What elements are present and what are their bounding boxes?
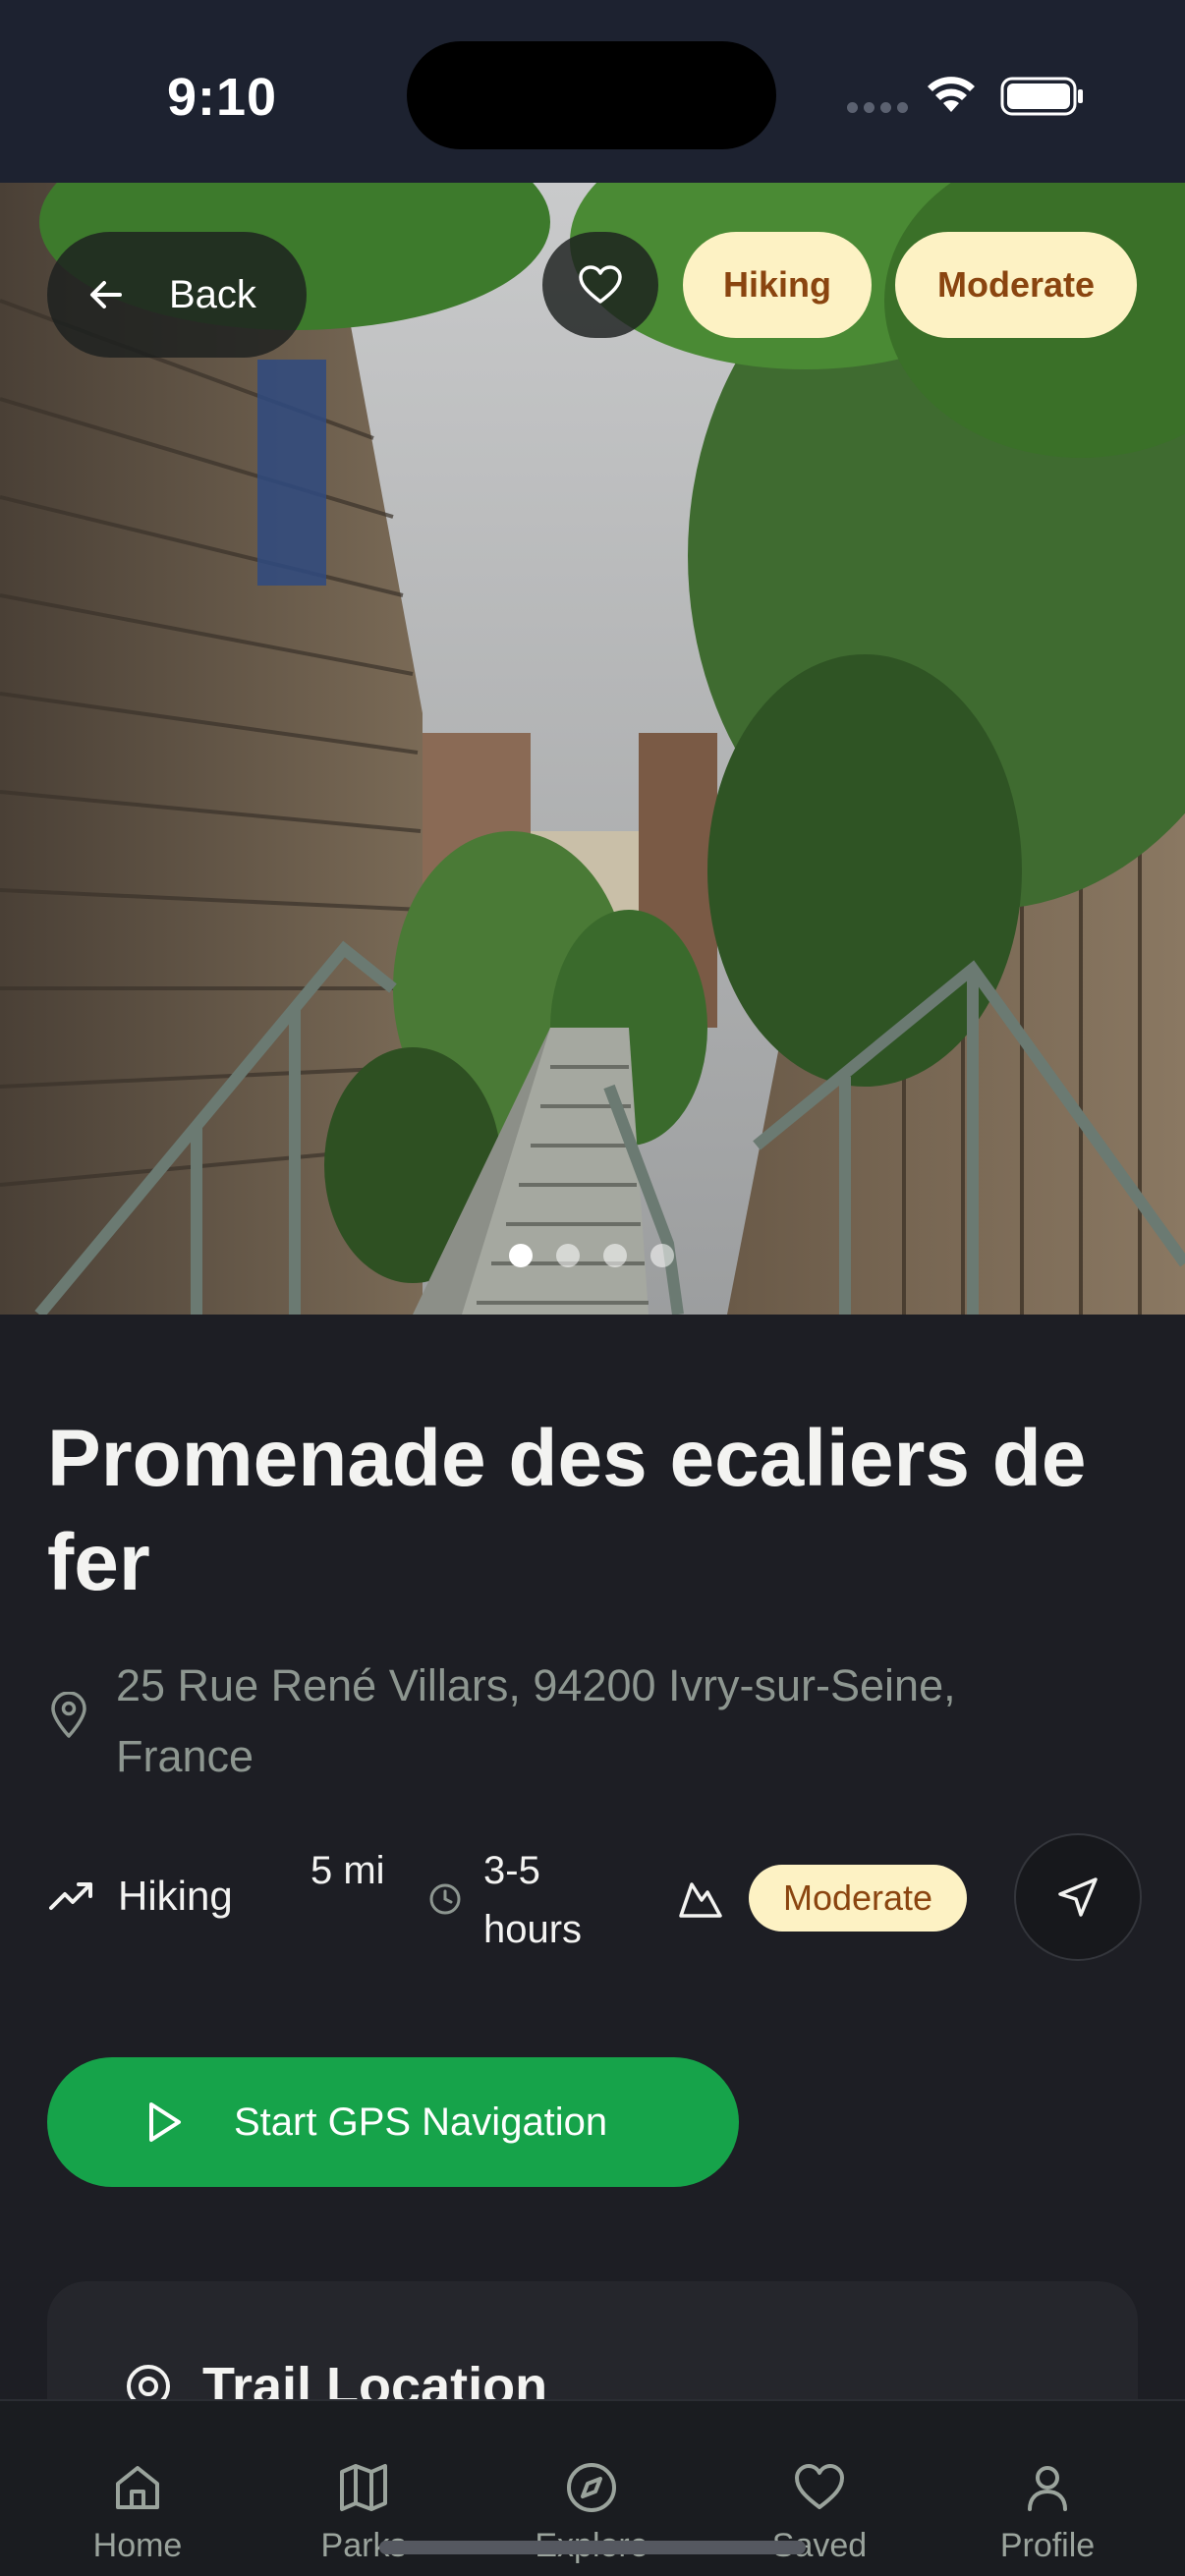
nav-label-home: Home (92, 2527, 183, 2564)
status-time: 9:10 (167, 68, 278, 127)
trail-photo-carousel[interactable]: Back Hiking Moderate (0, 183, 1185, 1315)
wifi-icon (928, 77, 975, 112)
trail-type: Hiking (118, 1873, 233, 1919)
start-gps-navigation-button[interactable]: Start GPS Navigation (47, 2057, 739, 2187)
trail-address: 25 Rue René Villars, 94200 Ivry-sur-Sein… (116, 1660, 956, 1781)
trail-distance: 5 mi (310, 1849, 385, 1892)
navigation-arrow-icon (1058, 1877, 1098, 1917)
compass-icon (567, 2463, 616, 2512)
back-label: Back (169, 272, 256, 316)
arrow-left-icon (90, 281, 122, 308)
clock-icon (429, 1883, 461, 1915)
heart-icon (795, 2464, 844, 2509)
category-chip: Hiking (683, 232, 872, 338)
mountain-icon (679, 1882, 722, 1918)
play-icon (149, 2102, 181, 2142)
carousel-dot[interactable] (650, 1244, 674, 1267)
nav-item-profile[interactable]: Profile (949, 2401, 1146, 2576)
cellular-icon (847, 102, 908, 113)
home-icon (116, 2466, 159, 2509)
trending-up-icon (49, 1882, 92, 1910)
favorite-button[interactable] (542, 232, 658, 338)
user-icon (1028, 2466, 1067, 2511)
difficulty-badge: Moderate (749, 1865, 967, 1932)
dynamic-island (407, 41, 776, 149)
back-button[interactable]: Back (47, 232, 307, 358)
directions-button[interactable] (1014, 1833, 1142, 1961)
nav-label-profile: Profile (999, 2527, 1096, 2564)
trail-duration: 3-5 hours (483, 1849, 583, 1951)
map-pin-icon (51, 1692, 86, 1738)
home-indicator (379, 2541, 806, 2554)
battery-icon (1000, 77, 1083, 116)
carousel-indicator[interactable] (509, 1244, 674, 1267)
nav-item-home[interactable]: Home (39, 2401, 236, 2576)
status-bar: 9:10 (0, 0, 1185, 183)
heart-icon (579, 265, 622, 304)
carousel-dot[interactable] (556, 1244, 580, 1267)
carousel-dot[interactable] (509, 1244, 533, 1267)
gps-button-label: Start GPS Navigation (234, 2100, 608, 2144)
carousel-dot[interactable] (603, 1244, 627, 1267)
difficulty-chip: Moderate (895, 232, 1137, 338)
map-icon (340, 2464, 387, 2511)
trail-title: Promenade des ecaliers de fer (47, 1414, 1087, 1607)
